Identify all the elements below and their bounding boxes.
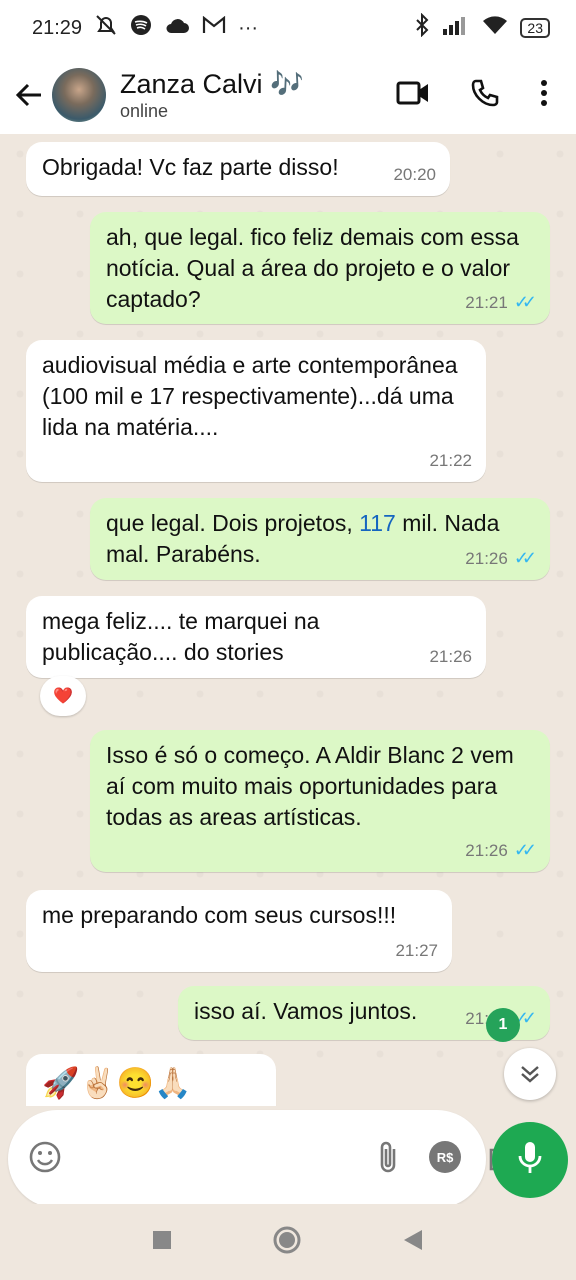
payment-icon[interactable]: R$	[428, 1140, 462, 1179]
read-ticks-icon: ✓✓	[513, 292, 537, 312]
back-arrow-icon[interactable]	[6, 81, 52, 109]
emoji-icon[interactable]	[28, 1140, 62, 1179]
battery-icon: 23	[520, 18, 550, 38]
signal-icon	[442, 15, 470, 41]
status-more: ···	[238, 16, 259, 39]
voice-call-icon[interactable]	[470, 78, 500, 113]
contact-presence: online	[120, 101, 169, 121]
recents-icon[interactable]	[152, 1230, 172, 1255]
gmail-icon	[202, 15, 226, 40]
cloud-icon	[164, 16, 190, 40]
attach-icon[interactable]	[376, 1140, 402, 1179]
unread-badge: 1	[486, 1008, 520, 1042]
message-text: audiovisual média e arte contemporânea (…	[42, 352, 458, 440]
contact-name: Zanza Calvi 🎶	[120, 69, 304, 99]
chat-header: Zanza Calvi 🎶 online	[0, 56, 576, 134]
message-time: 21:26	[465, 841, 508, 860]
bluetooth-icon	[414, 12, 430, 43]
message-time: 20:20	[393, 165, 436, 184]
message-bubble[interactable]: mega feliz.... te marquei na publicação.…	[26, 596, 486, 678]
status-bar: 21:29 ··· 23	[0, 0, 576, 56]
chat-area[interactable]: Obrigada! Vc faz parte disso! 20:20 ah, …	[0, 134, 576, 1106]
system-navigation-bar	[0, 1204, 576, 1280]
message-text: mega feliz.... te marquei na publicação.…	[42, 608, 320, 665]
message-bubble[interactable]: Isso é só o começo. A Aldir Blanc 2 vem …	[90, 730, 550, 872]
read-ticks-icon: ✓✓	[513, 840, 537, 860]
contact-info[interactable]: Zanza Calvi 🎶 online	[120, 68, 304, 122]
message-time: 21:21	[465, 293, 508, 312]
status-time: 21:29	[32, 16, 83, 39]
message-text: Obrigada! Vc faz parte disso!	[42, 154, 339, 180]
read-ticks-icon: ✓✓	[513, 548, 537, 568]
heart-reaction[interactable]: ❤️	[40, 676, 86, 716]
message-time: 21:28	[219, 1097, 262, 1106]
scroll-to-bottom-button[interactable]	[504, 1048, 556, 1100]
message-bubble[interactable]: audiovisual média e arte contemporânea (…	[26, 340, 486, 482]
message-input[interactable]	[80, 1145, 376, 1173]
message-time: 21:26	[465, 549, 508, 568]
more-vert-icon[interactable]	[540, 79, 548, 112]
mic-button[interactable]	[492, 1122, 568, 1198]
wifi-icon	[482, 15, 508, 41]
svg-text:R$: R$	[437, 1150, 454, 1165]
message-bubble[interactable]: que legal. Dois projetos, 117 mil. Nada …	[90, 498, 550, 580]
video-call-icon[interactable]	[396, 80, 430, 111]
message-composer: R$	[8, 1110, 521, 1208]
message-time: 21:22	[429, 451, 472, 470]
back-nav-icon[interactable]	[402, 1228, 424, 1257]
mic-icon	[516, 1140, 544, 1181]
home-icon[interactable]	[272, 1225, 302, 1260]
avatar[interactable]	[52, 68, 106, 122]
silent-icon	[94, 14, 118, 42]
message-time: 21:27	[395, 941, 438, 960]
message-text: me preparando com seus cursos!!!	[42, 902, 397, 928]
message-bubble[interactable]: 🚀✌🏻😊🙏🏻 21:28	[26, 1054, 276, 1106]
message-bubble[interactable]: ah, que legal. fico feliz demais com ess…	[90, 212, 550, 324]
highlighted-number[interactable]: 117	[359, 510, 396, 536]
message-bubble[interactable]: Obrigada! Vc faz parte disso! 20:20	[26, 142, 450, 196]
message-bubble[interactable]: me preparando com seus cursos!!! 21:27	[26, 890, 452, 972]
message-text: Isso é só o começo. A Aldir Blanc 2 vem …	[106, 742, 514, 830]
message-time: 21:26	[429, 647, 472, 666]
spotify-icon	[130, 14, 152, 42]
